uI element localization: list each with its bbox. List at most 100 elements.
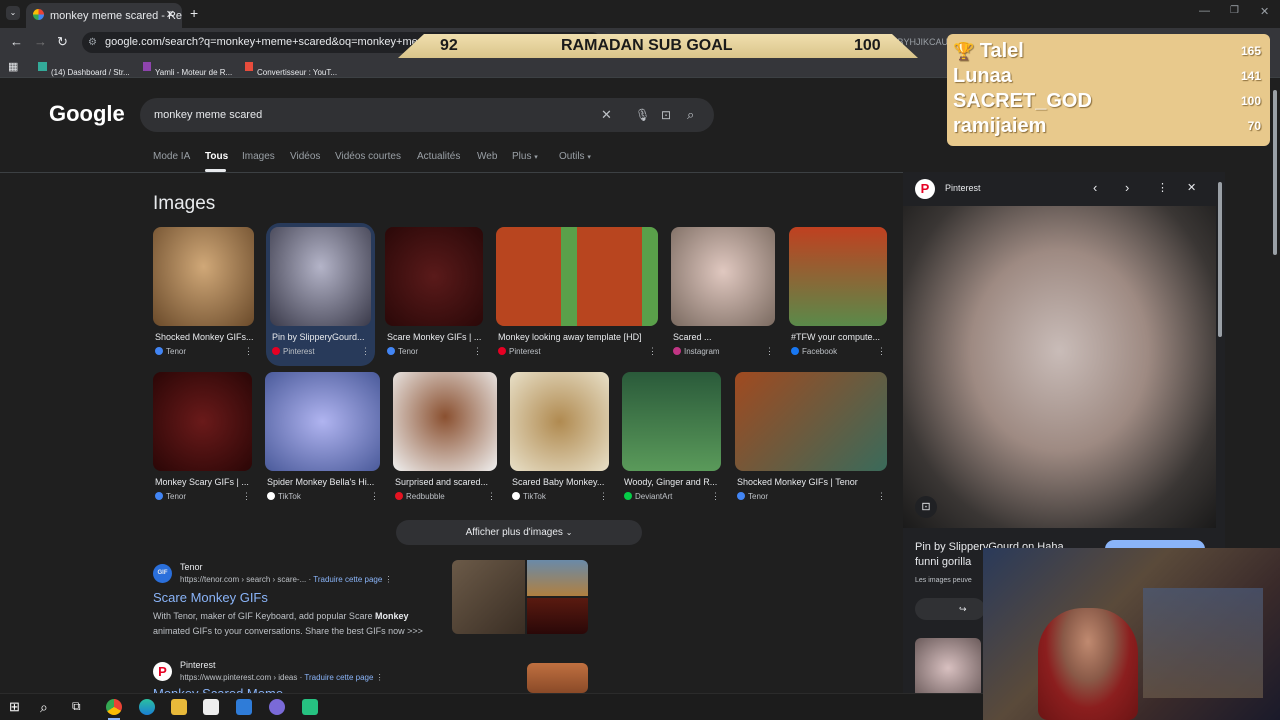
- image-thumbnail[interactable]: [789, 227, 887, 326]
- image-caption[interactable]: #TFW your compute...: [791, 332, 887, 342]
- image-thumbnail[interactable]: [385, 227, 483, 326]
- tab-all[interactable]: Tous: [205, 151, 228, 162]
- new-tab-icon[interactable]: +: [190, 5, 198, 21]
- show-more-images-button[interactable]: Afficher plus d'images ⌄: [396, 520, 642, 545]
- minimize-icon[interactable]: —: [1199, 5, 1210, 17]
- microphone-icon[interactable]: 🎙: [635, 98, 650, 132]
- more-options-icon[interactable]: ⋮: [370, 491, 379, 502]
- more-options-icon[interactable]: ⋮: [765, 346, 774, 357]
- image-caption[interactable]: Scared Baby Monkey...: [512, 477, 609, 487]
- site-info-icon[interactable]: ⚙: [88, 32, 97, 53]
- translate-link[interactable]: Traduire cette page: [304, 673, 373, 682]
- forward-icon[interactable]: →: [34, 34, 47, 49]
- image-result-card[interactable]: #TFW your compute... Facebook ⋮: [789, 227, 887, 362]
- more-options-icon[interactable]: ⋮: [711, 491, 720, 502]
- bookmark-convertisseur[interactable]: Convertisseur : YouT...: [245, 62, 337, 77]
- search-input[interactable]: monkey meme scared ✕ 🎙 ⊡ ⌕: [140, 98, 714, 132]
- image-caption[interactable]: Spider Monkey Bella's Hi...: [267, 477, 380, 487]
- more-options-icon[interactable]: ⋮: [1157, 181, 1168, 194]
- image-result-card[interactable]: Scared Baby Monkey... TikTok ⋮: [510, 372, 609, 507]
- app-icon[interactable]: [302, 699, 318, 715]
- image-result-card[interactable]: Monkey looking away template [HD] Pintere…: [496, 227, 658, 362]
- search-icon[interactable]: ⌕: [687, 98, 694, 132]
- result-thumbnail[interactable]: [527, 663, 588, 693]
- result-thumbnail[interactable]: [452, 560, 588, 634]
- bookmark-yamli[interactable]: Yamli - Moteur de R...: [143, 62, 232, 77]
- tab-tools[interactable]: Outils ▾: [559, 151, 591, 162]
- tab-web[interactable]: Web: [477, 151, 497, 162]
- bookmark-dashboard[interactable]: (14) Dashboard / Str...: [38, 62, 130, 77]
- reload-icon[interactable]: ↻: [57, 34, 68, 50]
- share-button[interactable]: ↪: [915, 598, 985, 620]
- google-logo[interactable]: Google: [49, 101, 125, 127]
- panel-source[interactable]: Pinterest: [945, 183, 981, 193]
- restore-icon[interactable]: ❐: [1230, 5, 1239, 16]
- discord-icon[interactable]: [269, 699, 285, 715]
- image-caption[interactable]: Surprised and scared...: [395, 477, 497, 487]
- tab-videos[interactable]: Vidéos: [290, 151, 320, 162]
- image-result-card[interactable]: Woody, Ginger and R... DeviantArt ⋮: [622, 372, 721, 507]
- task-view-icon[interactable]: ⧉: [72, 699, 88, 715]
- close-panel-icon[interactable]: ✕: [1187, 181, 1196, 194]
- chevron-left-icon[interactable]: ‹: [1093, 180, 1097, 195]
- image-result-card[interactable]: Scared ... Instagram ⋮: [671, 227, 775, 362]
- translate-link[interactable]: Traduire cette page: [313, 575, 382, 584]
- image-caption[interactable]: Woody, Ginger and R...: [624, 477, 721, 487]
- image-result-card[interactable]: Pin by SlipperyGourd... Pinterest ⋮: [270, 227, 371, 362]
- image-thumbnail[interactable]: [510, 372, 609, 471]
- page-scrollbar[interactable]: [1273, 90, 1277, 255]
- image-result-card[interactable]: Spider Monkey Bella's Hi... TikTok ⋮: [265, 372, 380, 507]
- tab-search-button[interactable]: ⌄: [6, 6, 20, 20]
- image-result-card[interactable]: Surprised and scared... Redbubble ⋮: [393, 372, 497, 507]
- back-icon[interactable]: ←: [10, 34, 23, 49]
- more-options-icon[interactable]: ⋮: [648, 346, 657, 357]
- close-tab-icon[interactable]: ✕: [166, 8, 175, 21]
- more-options-icon[interactable]: ⋮: [242, 491, 251, 502]
- tab-mode-ia[interactable]: Mode IA: [153, 151, 190, 162]
- image-caption[interactable]: Shocked Monkey GIFs...: [155, 332, 254, 342]
- more-options-icon[interactable]: ⋮: [244, 346, 253, 357]
- more-options-icon[interactable]: ⋮: [599, 491, 608, 502]
- image-thumbnail[interactable]: [270, 227, 371, 326]
- more-options-icon[interactable]: ⋮: [361, 346, 370, 357]
- windows-start-icon[interactable]: ⊞: [9, 699, 25, 715]
- close-window-icon[interactable]: ✕: [1260, 5, 1269, 18]
- more-options-icon[interactable]: ⋮: [877, 491, 886, 502]
- scrollbar[interactable]: [1218, 182, 1222, 337]
- result-title[interactable]: Scare Monkey GIFs: [153, 590, 268, 605]
- image-result-card[interactable]: Shocked Monkey GIFs... Tenor ⋮: [153, 227, 254, 362]
- more-options-icon[interactable]: ⋮: [487, 491, 496, 502]
- image-result-card[interactable]: Monkey Scary GIFs | ... Tenor ⋮: [153, 372, 252, 507]
- lens-icon[interactable]: ⊡: [661, 98, 671, 132]
- image-thumbnail[interactable]: [153, 227, 254, 326]
- more-options-icon[interactable]: ⋮: [877, 346, 886, 357]
- image-thumbnail[interactable]: [735, 372, 887, 471]
- image-thumbnail[interactable]: [393, 372, 497, 471]
- image-caption[interactable]: Shocked Monkey GIFs | Tenor: [737, 477, 887, 487]
- result-url[interactable]: https://tenor.com › search › scare-... ·…: [180, 575, 393, 584]
- tab-news[interactable]: Actualités: [417, 151, 460, 162]
- preview-image[interactable]: ⊡: [903, 206, 1216, 528]
- result-url[interactable]: https://www.pinterest.com › ideas · Trad…: [180, 673, 384, 682]
- chrome-icon[interactable]: [106, 699, 122, 715]
- lens-icon[interactable]: ⊡: [915, 496, 937, 518]
- image-thumbnail[interactable]: [671, 227, 775, 326]
- image-thumbnail[interactable]: [265, 372, 380, 471]
- image-thumbnail[interactable]: [153, 372, 252, 471]
- search-icon[interactable]: ⌕: [40, 699, 56, 715]
- more-options-icon[interactable]: ⋮: [473, 346, 482, 357]
- chevron-right-icon[interactable]: ›: [1125, 180, 1129, 195]
- image-result-card[interactable]: Shocked Monkey GIFs | Tenor Tenor ⋮: [735, 372, 887, 507]
- related-thumbnail[interactable]: [915, 638, 981, 698]
- file-explorer-icon[interactable]: [171, 699, 187, 715]
- apps-icon[interactable]: ▦: [8, 60, 18, 73]
- image-caption[interactable]: Scare Monkey GIFs | ...: [387, 332, 483, 342]
- image-result-card[interactable]: Scare Monkey GIFs | ... Tenor ⋮: [385, 227, 483, 362]
- clear-icon[interactable]: ✕: [601, 98, 612, 132]
- edge-icon[interactable]: [139, 699, 155, 715]
- tab-short-videos[interactable]: Vidéos courtes: [335, 151, 401, 162]
- tab-images[interactable]: Images: [242, 151, 275, 162]
- store-icon[interactable]: [203, 699, 219, 715]
- mail-icon[interactable]: [236, 699, 252, 715]
- image-caption[interactable]: Pin by SlipperyGourd...: [272, 332, 371, 342]
